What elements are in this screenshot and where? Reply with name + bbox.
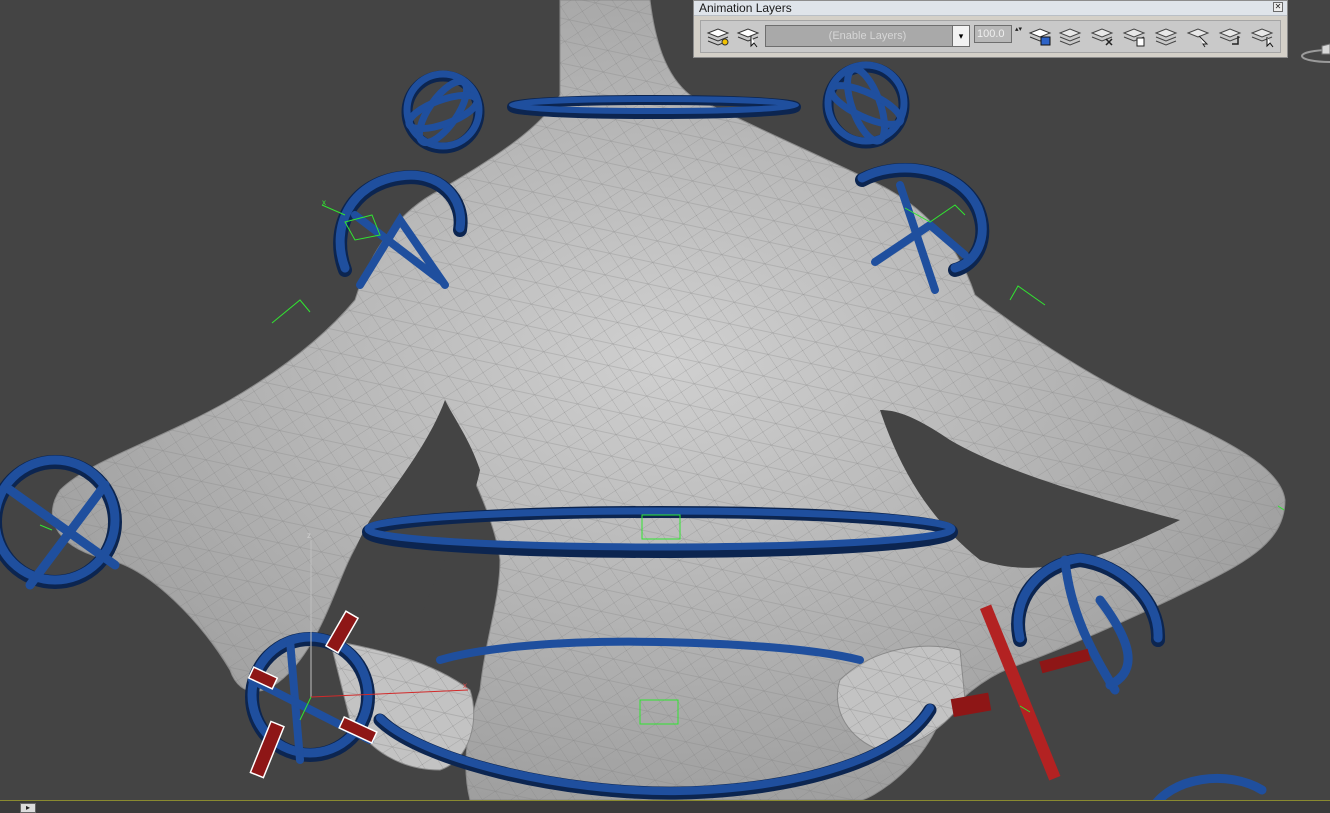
active-layer-dropdown-value: (Enable Layers) bbox=[828, 30, 907, 42]
left-forearm-bone-marker[interactable] bbox=[39, 524, 53, 531]
active-layer-dropdown[interactable]: (Enable Layers) ▾ bbox=[765, 25, 970, 47]
gizmo-x-label: x bbox=[463, 681, 467, 690]
disable-animation-layer-icon[interactable] bbox=[1249, 24, 1275, 48]
animation-layers-titlebar[interactable]: Animation Layers ✕ bbox=[694, 1, 1287, 16]
enable-anim-layers-icon[interactable] bbox=[705, 24, 731, 48]
status-strip: ▸ bbox=[0, 800, 1330, 813]
character-mesh[interactable] bbox=[51, 0, 1286, 801]
animation-layers-panel[interactable]: Animation Layers ✕ (Enable Layers) ▾ 100… bbox=[693, 0, 1288, 58]
animation-layer-properties-icon[interactable] bbox=[1027, 24, 1053, 48]
gizmo-z-label: z bbox=[307, 531, 311, 540]
viewcube[interactable] bbox=[1300, 42, 1330, 64]
paste-new-layer-icon[interactable] bbox=[1185, 24, 1211, 48]
right-upperarm-bone-marker[interactable] bbox=[1009, 285, 1046, 306]
animation-layers-title: Animation Layers bbox=[699, 1, 792, 15]
collapse-animation-layer-icon[interactable] bbox=[1217, 24, 1243, 48]
left-clavicle-sphere-controller[interactable] bbox=[401, 70, 485, 154]
right-clavicle-sphere-controller[interactable] bbox=[822, 61, 910, 149]
paste-active-layer-icon[interactable] bbox=[1153, 24, 1179, 48]
torso-wireframe bbox=[52, 0, 1285, 800]
add-animation-layer-icon[interactable] bbox=[1057, 24, 1083, 48]
animation-layers-toolbar: (Enable Layers) ▾ 100.0 ▴▾ bbox=[700, 20, 1281, 53]
left-upperarm-bone-marker[interactable] bbox=[271, 299, 311, 324]
3d-viewport[interactable]: z x x bbox=[0, 0, 1330, 812]
copy-animation-layer-icon[interactable] bbox=[1121, 24, 1147, 48]
layer-weight-spinner[interactable]: ▴▾ bbox=[1014, 25, 1023, 43]
clavicle-x-label: x bbox=[322, 198, 326, 207]
layer-weight-field[interactable]: 100.0 bbox=[974, 25, 1012, 43]
delete-animation-layer-icon[interactable] bbox=[1089, 24, 1115, 48]
close-button[interactable]: ✕ bbox=[1273, 2, 1283, 12]
select-active-layer-objects-icon[interactable] bbox=[735, 24, 761, 48]
dropdown-arrow-icon[interactable]: ▾ bbox=[952, 26, 969, 46]
